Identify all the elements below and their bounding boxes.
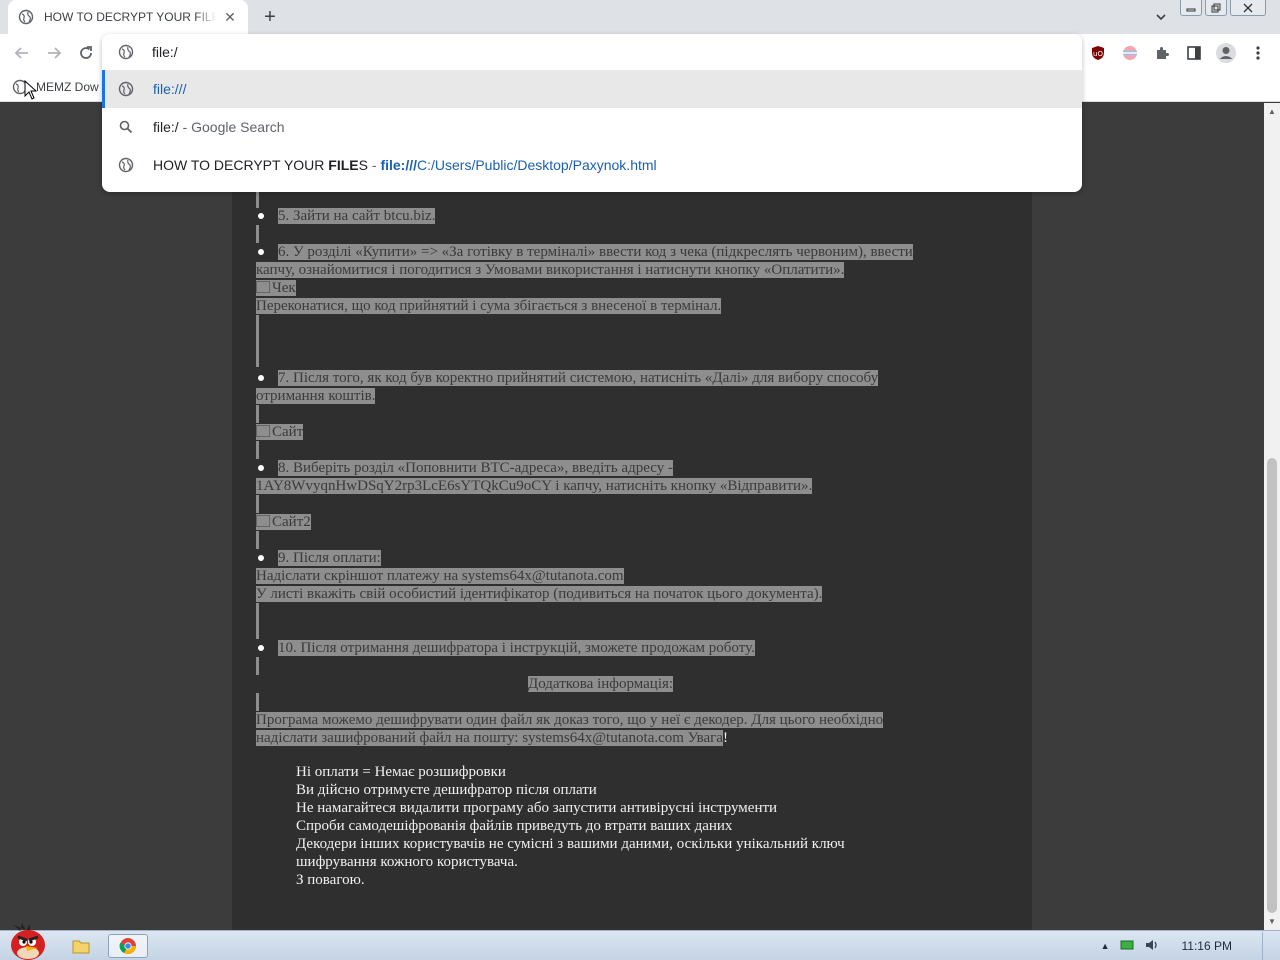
extra-info-line-2: надіслати зашифрований файл на пошту: sy… <box>256 730 723 746</box>
suggestion-title-suffix: S <box>358 157 368 173</box>
browser-tab[interactable]: HOW TO DECRYPT YOUR FILES ✕ <box>8 0 248 34</box>
scrollbar-thumb[interactable] <box>1267 458 1277 913</box>
back-arrow-icon[interactable] <box>10 41 34 65</box>
scroll-up-icon[interactable]: ▲ <box>1268 107 1276 116</box>
step-6-line-1: 6. У розділі «Купити» => «За готівку в т… <box>278 244 913 260</box>
warning-4: Спроби самодешіфрованія файлів приведуть… <box>296 818 733 834</box>
step-8-line-1: 8. Виберіть розділ «Поповнити BTC-адреса… <box>278 460 673 476</box>
suggestion-google-search[interactable]: file:/ - Google Search <box>102 108 1082 146</box>
search-icon <box>118 119 134 135</box>
suggestion-title-prefix: HOW TO DECRYPT YOUR <box>153 157 329 173</box>
chrome-taskbar-button[interactable] <box>108 934 148 958</box>
globe-icon <box>118 44 134 60</box>
svg-text:uO: uO <box>1093 50 1103 58</box>
minimize-button[interactable] <box>1180 0 1202 16</box>
suggestion-title-bold: FILE <box>328 157 359 173</box>
close-window-button[interactable] <box>1230 0 1266 16</box>
suggestion-suffix: - Google Search <box>178 119 285 135</box>
bookmark-label: MEMZ Dow <box>36 80 99 94</box>
suggestion-separator: - <box>367 157 381 173</box>
ransom-note-document: 5. Зайти на сайт btcu.biz. 6. У розділі … <box>232 103 1032 930</box>
windows-taskbar: ▲ 11:16 PM <box>0 923 1280 960</box>
suggestion-query: file:/ <box>153 119 179 135</box>
broken-image-site2: Сайт2 <box>256 514 311 530</box>
extension-icon[interactable] <box>1119 42 1141 64</box>
suggestion-url-bold: file:/// <box>380 157 417 173</box>
tab-strip: HOW TO DECRYPT YOUR FILES ✕ + <box>0 0 1280 34</box>
battery-icon[interactable] <box>1120 939 1134 954</box>
step-6-line-2: капчу, ознайомитися і погодитися з Умова… <box>256 262 845 278</box>
broken-image-site: Сайт <box>256 424 304 440</box>
step-7-line-1: 7. Після того, як код був коректно прийн… <box>278 370 879 386</box>
warning-6: шифрування кожного користувача. <box>296 854 518 870</box>
profile-avatar-icon[interactable] <box>1215 42 1237 64</box>
menu-kebab-icon[interactable] <box>1247 42 1269 64</box>
volume-icon[interactable] <box>1144 938 1160 955</box>
address-bar[interactable] <box>102 34 1082 70</box>
tab-title: HOW TO DECRYPT YOUR FILES <box>44 10 216 24</box>
step-9-line-1: 9. Після оплати: <box>278 550 381 566</box>
step-5: 5. Зайти на сайт btcu.biz. <box>278 208 436 224</box>
window-controls <box>1180 0 1266 16</box>
page-viewport: 5. Зайти на сайт btcu.biz. 6. У розділі … <box>0 103 1264 930</box>
system-tray: ▲ 11:16 PM <box>1101 931 1272 960</box>
address-input[interactable] <box>152 44 752 60</box>
warning-7: З повагою. <box>296 872 365 888</box>
vertical-scrollbar[interactable]: ▲ ▼ <box>1264 103 1280 930</box>
globe-icon <box>118 81 134 97</box>
step-6-line-3: Переконатися, що код прийнятий і сума зб… <box>256 298 722 314</box>
scroll-down-icon[interactable]: ▼ <box>1268 917 1276 926</box>
side-panel-icon[interactable] <box>1183 42 1205 64</box>
warning-5: Декодери інших користувачів не сумісні з… <box>296 836 845 852</box>
chevron-down-icon[interactable] <box>1150 6 1172 28</box>
mouse-cursor-icon <box>24 80 38 100</box>
step-9-line-2: Надіслати скріншот платежу на systems64x… <box>256 568 624 584</box>
close-tab-icon[interactable]: ✕ <box>222 9 238 25</box>
broken-image-check: Чек <box>256 280 296 296</box>
suggestion-url-rest: C:/Users/Public/Desktop/Paxynok.html <box>417 157 657 173</box>
warning-3: Не намагайтеся видалити програму або зап… <box>296 800 778 816</box>
step-7-line-2: отримання коштів. <box>256 388 376 404</box>
suggestion-file-root[interactable]: file:/// <box>102 70 1082 108</box>
suggestion-text: file:/// <box>153 81 187 97</box>
show-desktop-button[interactable] <box>1262 932 1272 960</box>
warning-2: Ви дійсно отримуєте дешифратор після опл… <box>296 782 597 798</box>
omnibox-dropdown: file:/// file:/ - Google Search HOW TO D… <box>102 34 1082 192</box>
ublock-origin-icon[interactable]: uO <box>1087 42 1109 64</box>
puzzle-icon[interactable] <box>1151 42 1173 64</box>
restore-button[interactable] <box>1205 0 1227 16</box>
globe-icon <box>118 157 134 173</box>
reload-icon[interactable] <box>74 41 98 65</box>
warning-1: Ні оплати = Немає розшифровки <box>296 764 506 780</box>
tray-expand-icon[interactable]: ▲ <box>1101 941 1110 951</box>
new-tab-button[interactable]: + <box>258 5 282 29</box>
step-8-line-2: 1AY8WvyqnHwDSqY2rp3LcE6sYTQkCu9oCY і кап… <box>256 478 813 494</box>
step-10: 10. Після отримання дешифратора і інстру… <box>278 640 755 656</box>
clock[interactable]: 11:16 PM <box>1182 939 1232 953</box>
suggestion-history-page[interactable]: HOW TO DECRYPT YOUR FILE S - file:///C:/U… <box>102 146 1082 184</box>
globe-icon <box>18 9 34 25</box>
forward-arrow-icon[interactable] <box>42 41 66 65</box>
extra-info-heading: Додаткова інформація: <box>528 676 674 692</box>
start-button-angry-bird-icon[interactable] <box>4 919 50 960</box>
step-9-line-3: У листі вкажіть свій особистий ідентифік… <box>256 586 823 602</box>
extra-info-line-1: Програма можемо дешифрувати один файл як… <box>256 712 884 728</box>
folder-icon[interactable] <box>70 934 92 958</box>
chrome-icon <box>119 938 136 955</box>
